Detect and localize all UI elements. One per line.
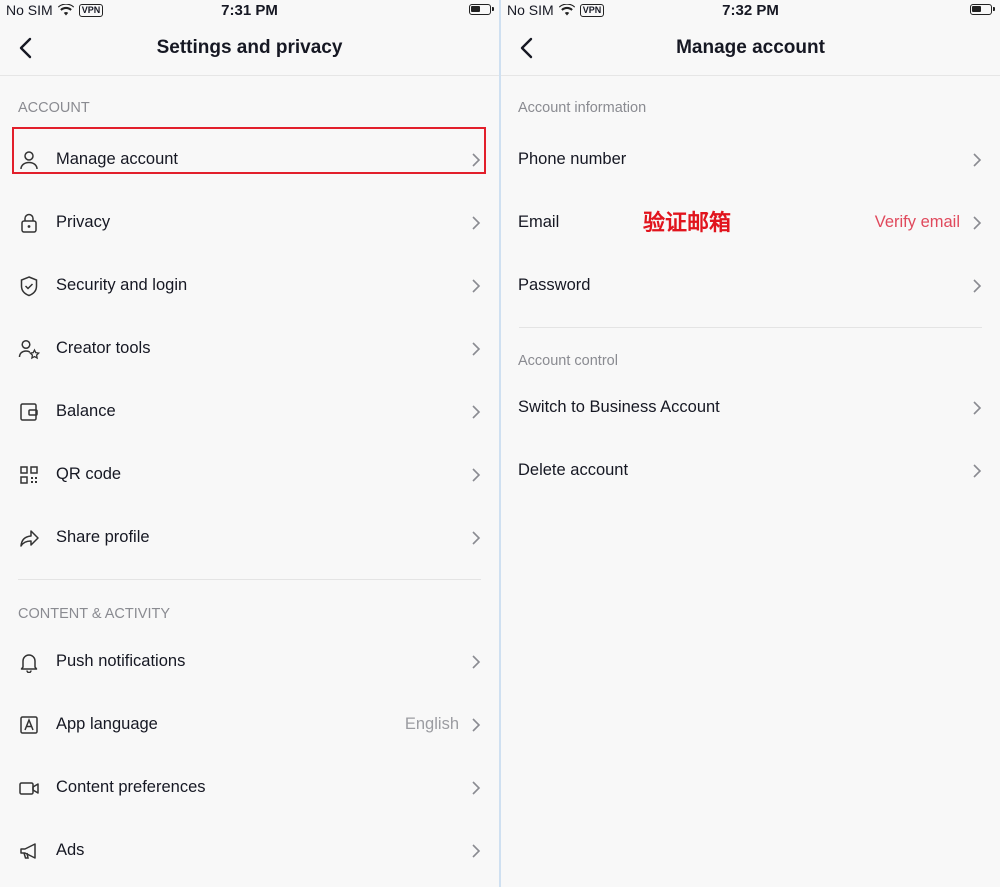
megaphone-icon — [20, 842, 36, 859]
section-header-account-control: Account control — [518, 353, 618, 369]
menu-item-email[interactable]: Email Verify email — [501, 191, 1000, 254]
menu-item-creator-tools[interactable]: Creator tools — [0, 317, 499, 380]
section-header-account-information: Account information — [518, 100, 647, 116]
clock: 7:31 PM — [221, 2, 278, 19]
menu-item-qr-code[interactable]: QR code — [0, 443, 499, 506]
menu-item-label: Balance — [56, 402, 116, 420]
menu-item-push-notifications[interactable]: Push notifications — [0, 630, 499, 693]
current-language-value: English — [404, 715, 459, 733]
chevron-right-icon — [973, 152, 982, 167]
wallet-icon — [20, 402, 38, 421]
battery-icon — [469, 4, 494, 15]
chevron-right-icon — [973, 215, 982, 230]
verify-email-link[interactable]: Verify email — [875, 213, 960, 232]
menu-item-delete-account[interactable]: Delete account — [501, 439, 1000, 502]
menu-item-label: Share profile — [56, 528, 150, 546]
video-camera-icon — [19, 781, 39, 795]
chevron-right-icon — [973, 463, 982, 478]
menu-item-label: Phone number — [518, 150, 627, 168]
chevron-right-icon — [472, 152, 481, 167]
chevron-right-icon — [472, 467, 481, 482]
chevron-right-icon — [472, 654, 481, 669]
creator-star-icon — [18, 339, 40, 359]
menu-item-ads[interactable]: Ads — [0, 819, 499, 882]
menu-item-privacy[interactable]: Privacy — [0, 191, 499, 254]
menu-item-label: Email — [518, 213, 560, 231]
nav-bar: Manage account — [501, 22, 1000, 76]
person-icon — [20, 150, 38, 169]
shield-icon — [20, 275, 38, 296]
menu-item-content-preferences[interactable]: Content preferences — [0, 756, 499, 819]
share-arrow-icon — [20, 529, 39, 547]
menu-item-label: Creator tools — [56, 339, 151, 357]
menu-item-phone-number[interactable]: Phone number — [501, 128, 1000, 191]
chevron-right-icon — [472, 404, 481, 419]
menu-item-switch-business[interactable]: Switch to Business Account — [501, 376, 1000, 439]
settings-privacy-screen: No SIM VPN 7:31 PM Settings and privacy … — [0, 0, 499, 887]
chevron-right-icon — [472, 530, 481, 545]
language-icon — [20, 715, 38, 734]
menu-item-label: Password — [518, 276, 591, 294]
menu-item-label: Delete account — [518, 461, 629, 479]
menu-item-label: Content preferences — [56, 778, 206, 796]
menu-item-label: Ads — [56, 841, 85, 859]
menu-item-label: Manage account — [56, 150, 179, 168]
manage-account-screen: No SIM VPN 7:32 PM Manage account Accoun… — [501, 0, 1000, 887]
chevron-right-icon — [472, 843, 481, 858]
page-title: Manage account — [676, 37, 825, 58]
nav-bar: Settings and privacy — [0, 22, 499, 76]
status-bar: No SIM VPN 7:31 PM — [0, 0, 499, 22]
menu-item-label: Privacy — [56, 213, 111, 231]
chevron-right-icon — [472, 341, 481, 356]
menu-item-security-login[interactable]: Security and login — [0, 254, 499, 317]
menu-item-balance[interactable]: Balance — [0, 380, 499, 443]
menu-item-label: App language — [56, 715, 158, 733]
lock-icon — [21, 213, 37, 233]
chevron-right-icon — [472, 215, 481, 230]
qr-code-icon — [20, 465, 38, 484]
bell-icon — [20, 653, 38, 673]
menu-item-label: Security and login — [56, 276, 188, 294]
section-header-content-activity: CONTENT & ACTIVITY — [18, 606, 171, 622]
page-title: Settings and privacy — [156, 37, 343, 58]
menu-item-label: Switch to Business Account — [518, 398, 720, 416]
menu-item-share-profile[interactable]: Share profile — [0, 506, 499, 569]
chevron-right-icon — [472, 780, 481, 795]
menu-item-label: Push notifications — [56, 652, 186, 670]
chevron-right-icon — [973, 400, 982, 415]
clock: 7:32 PM — [722, 2, 779, 19]
chevron-right-icon — [472, 717, 481, 732]
chevron-right-icon — [973, 278, 982, 293]
menu-item-app-language[interactable]: App language English — [0, 693, 499, 756]
menu-item-password[interactable]: Password — [501, 254, 1000, 317]
annotation-verify-email: 验证邮箱 — [643, 211, 732, 236]
chevron-right-icon — [472, 278, 481, 293]
battery-icon — [970, 4, 995, 15]
menu-item-label: QR code — [56, 465, 122, 483]
menu-item-manage-account[interactable]: Manage account — [0, 128, 499, 191]
section-header-account: ACCOUNT — [18, 100, 90, 116]
status-bar: No SIM VPN 7:32 PM — [501, 0, 1000, 22]
